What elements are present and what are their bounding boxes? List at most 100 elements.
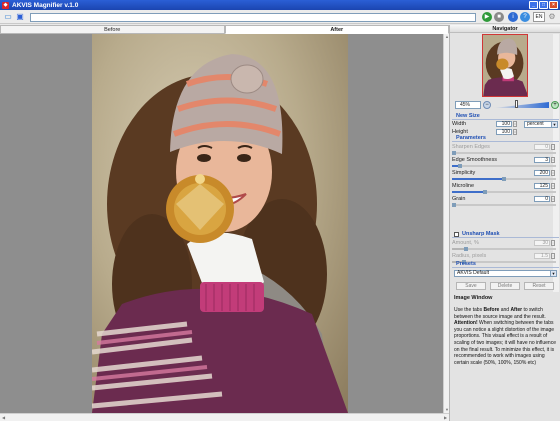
- unsharp-mask-checkbox[interactable]: [454, 232, 459, 237]
- preset-select-value: AKVIS Default: [457, 270, 489, 276]
- tab-after[interactable]: After: [224, 25, 449, 34]
- help-title: Image Window: [454, 295, 493, 301]
- parameter-spinner[interactable]: ↕: [551, 196, 555, 202]
- navigator-thumbnail[interactable]: [482, 34, 528, 97]
- slider-thumb[interactable]: [458, 164, 462, 168]
- slider-thumb[interactable]: [502, 177, 506, 181]
- parameter-spinner[interactable]: ↕: [551, 144, 555, 150]
- parameters-heading: Parameters: [452, 135, 559, 142]
- portrait-illustration: [92, 54, 348, 413]
- scroll-right-icon[interactable]: ▶: [442, 414, 449, 421]
- help-text-3: When switching between the tabs you can …: [454, 320, 556, 366]
- parameter-value-input[interactable]: 0: [534, 196, 550, 202]
- settings-icon[interactable]: ⚙: [547, 12, 557, 22]
- help-attention: Attention!: [454, 320, 478, 327]
- parameter-spinner[interactable]: ↕: [551, 170, 555, 176]
- run-button[interactable]: ▶: [482, 12, 492, 22]
- parameter-slider[interactable]: [452, 177, 559, 181]
- help-after-word: After: [510, 307, 523, 313]
- parameter-value-input[interactable]: 30: [534, 240, 550, 246]
- parameter-row: Edge Smoothness 3 ↕: [452, 157, 559, 164]
- new-size-group: New Size Width 100 ↕ percent ▼ Height 10…: [452, 113, 559, 136]
- slider-thumb[interactable]: [464, 247, 468, 251]
- toolbar: ▭ ▣ ▶ ■ i ? EN ⚙: [0, 10, 560, 24]
- save-file-icon[interactable]: ▣: [15, 12, 25, 22]
- zoom-in-icon[interactable]: +: [551, 101, 559, 109]
- parameter-value-input[interactable]: 125: [534, 183, 550, 189]
- maximize-button[interactable]: □: [539, 1, 548, 9]
- parameter-label: Grain: [452, 196, 466, 202]
- navigator-title: Navigator: [450, 25, 560, 33]
- zoom-row: 45% − +: [453, 100, 559, 110]
- app-icon: ◆: [2, 1, 9, 9]
- close-button[interactable]: ×: [549, 1, 558, 9]
- new-size-heading: New Size: [452, 113, 559, 120]
- width-input[interactable]: 100: [496, 121, 512, 127]
- window-title: AKVIS Magnifier v.1.0: [12, 1, 79, 9]
- help-text-1: Use the tabs: [454, 307, 483, 313]
- parameter-label: Edge Smoothness: [452, 157, 497, 163]
- parameter-label: Microline: [452, 183, 475, 189]
- presets-heading: Presets: [452, 261, 559, 268]
- delete-preset-button[interactable]: Delete: [490, 282, 520, 290]
- slider-thumb[interactable]: [483, 190, 487, 194]
- parameter-slider[interactable]: [452, 247, 559, 251]
- zoom-out-icon[interactable]: −: [483, 101, 491, 109]
- unsharp-mask-heading: Unsharp Mask: [452, 231, 559, 238]
- stop-button[interactable]: ■: [494, 12, 504, 22]
- parameter-row: Grain 0 ↕: [452, 196, 559, 203]
- image-tabs: Before After: [0, 25, 449, 34]
- unsharp-mask-title: Unsharp Mask: [462, 231, 500, 237]
- chevron-down-icon[interactable]: ▼: [550, 271, 556, 276]
- file-path-field[interactable]: [30, 13, 476, 22]
- help-text: Use the tabs Before and After to switch …: [454, 307, 558, 366]
- help-and-word: and: [500, 307, 510, 313]
- open-file-icon[interactable]: ▭: [3, 12, 13, 22]
- unit-select[interactable]: percent ▼: [524, 121, 558, 128]
- scroll-left-icon[interactable]: ◀: [0, 414, 7, 421]
- preset-select[interactable]: AKVIS Default ▼: [454, 270, 557, 277]
- parameter-slider[interactable]: [452, 190, 559, 194]
- image-canvas[interactable]: [0, 34, 443, 413]
- parameter-spinner[interactable]: ↕: [551, 253, 555, 259]
- parameter-value-input[interactable]: 1.5: [534, 253, 550, 259]
- parameter-spinner[interactable]: ↕: [551, 240, 555, 246]
- parameter-row: Amount, % 30 ↕: [452, 240, 559, 247]
- info-icon[interactable]: i: [508, 12, 518, 22]
- width-label: Width: [452, 121, 467, 127]
- parameter-slider[interactable]: [452, 151, 559, 155]
- unit-select-value: percent: [527, 121, 544, 127]
- chevron-down-icon[interactable]: ▼: [551, 122, 557, 127]
- parameter-spinner[interactable]: ↕: [551, 183, 555, 189]
- parameter-row: Simplicity 200 ↕: [452, 170, 559, 177]
- parameter-slider[interactable]: [452, 164, 559, 168]
- zoom-select[interactable]: 45%: [455, 101, 481, 109]
- parameter-slider[interactable]: [452, 203, 559, 207]
- language-selector[interactable]: EN: [533, 12, 545, 22]
- presets-group: Presets AKVIS Default ▼ Save Delete Rese…: [452, 261, 559, 290]
- slider-thumb[interactable]: [452, 203, 456, 207]
- settings-panel: Navigator 45% − + New Size Width 100 ↕ p…: [449, 25, 560, 421]
- parameters-group: Parameters Sharpen Edges 0 ↕ Edge Smoothnes…: [452, 135, 559, 207]
- horizontal-scrollbar[interactable]: ◀ ▶: [0, 413, 449, 421]
- width-spinner[interactable]: ↕: [513, 121, 517, 127]
- parameter-row: Microline 125 ↕: [452, 183, 559, 190]
- parameter-label: Amount, %: [452, 240, 479, 246]
- zoom-slider-thumb[interactable]: [515, 100, 518, 108]
- minimize-button[interactable]: _: [529, 1, 538, 9]
- parameter-spinner[interactable]: ↕: [551, 157, 555, 163]
- parameter-value-input[interactable]: 3: [534, 157, 550, 163]
- slider-thumb[interactable]: [452, 151, 456, 155]
- parameter-row: Sharpen Edges 0 ↕: [452, 144, 559, 151]
- title-bar: ◆ AKVIS Magnifier v.1.0 _ □ ×: [0, 0, 560, 10]
- help-before-word: Before: [483, 307, 500, 313]
- tab-before[interactable]: Before: [0, 25, 225, 34]
- parameter-label: Simplicity: [452, 170, 476, 176]
- zoom-slider[interactable]: [493, 102, 549, 108]
- parameter-value-input[interactable]: 0: [534, 144, 550, 150]
- reset-preset-button[interactable]: Reset: [524, 282, 554, 290]
- save-preset-button[interactable]: Save: [456, 282, 486, 290]
- parameter-row: Radius, pixels 1.5 ↕: [452, 253, 559, 260]
- parameter-value-input[interactable]: 200: [534, 170, 550, 176]
- help-icon[interactable]: ?: [520, 12, 530, 22]
